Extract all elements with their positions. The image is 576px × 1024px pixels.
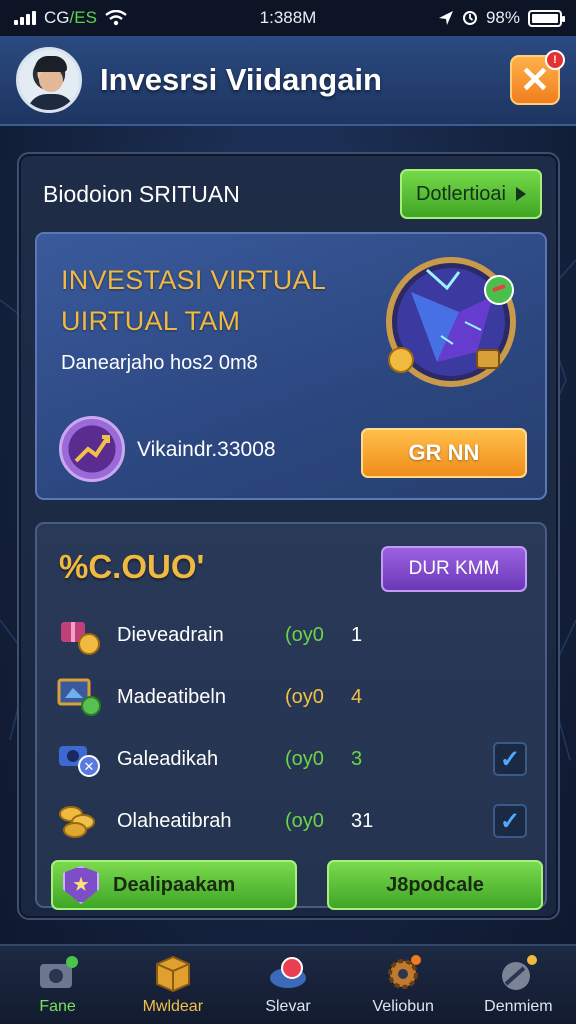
rewards-action-button[interactable]: DUR KMM — [381, 546, 527, 592]
reward-count: 4 — [351, 685, 363, 708]
crystal-orb-icon — [386, 257, 516, 387]
reward-row[interactable]: ✕ Galeadikah (oy0 3 ✓ — [57, 736, 527, 782]
reward-row[interactable]: Madeatibeln (oy0 4 — [57, 674, 527, 720]
reward-checkbox[interactable]: ✓ — [493, 804, 527, 838]
nav-item-profile[interactable]: Denmiem — [461, 946, 576, 1024]
reward-checkbox[interactable]: ✓ — [493, 742, 527, 776]
nav-label: Denmiem — [484, 998, 553, 1015]
gift-coins-icon — [61, 622, 100, 655]
satellite-icon — [502, 955, 538, 990]
globe-icon — [270, 957, 306, 988]
reward-row[interactable]: Olaheatibrah (oy0 31 ✓ — [57, 798, 527, 844]
nav-item-home[interactable]: Fane — [0, 946, 115, 1024]
close-button[interactable]: ✕ ! — [510, 50, 565, 105]
battery-percent: 98% — [485, 8, 520, 27]
nav-label: Mwldear — [142, 998, 204, 1015]
panel-title: Biodoion SRITUAN — [43, 180, 240, 207]
reward-ratio: (oy0 — [285, 747, 324, 770]
promo-subtitle: Danearjaho hos2 0m8 — [61, 352, 258, 374]
wifi-icon — [105, 10, 127, 26]
nav-label: Fane — [39, 998, 76, 1015]
nav-item-settings[interactable]: Veliobun — [346, 946, 461, 1024]
status-bar: CG/ES 1:388M 98% — [0, 0, 576, 36]
reward-ratio: (oy0 — [285, 685, 324, 708]
location-icon — [438, 11, 453, 25]
reward-name: Galeadikah — [117, 747, 219, 770]
panel-action-label: Dotlertioai — [415, 182, 506, 205]
nav-label: Veliobun — [372, 998, 434, 1015]
status-time: 1:388M — [259, 8, 317, 27]
promo-action-button[interactable]: GR NN — [361, 428, 527, 478]
promo-title-line1: INVESTASI VIRTUAL — [61, 265, 327, 295]
bottom-nav: Fane Mwldear Slevar Veliobun Denmiem — [0, 944, 576, 1024]
growth-chart-icon — [59, 416, 125, 482]
reward-count: 3 — [351, 747, 363, 770]
signal-icon — [14, 11, 36, 25]
promo-title: INVESTASI VIRTUAL UIRTUAL TAM — [61, 260, 326, 342]
promo-card: INVESTASI VIRTUAL UIRTUAL TAM Danearjaho… — [35, 232, 547, 500]
reward-ratio: (oy0 — [285, 809, 324, 832]
app-header: Invesrsi Viidangain ✕ ! — [0, 36, 576, 126]
nav-item-explore[interactable]: Slevar — [230, 946, 345, 1024]
carrier-label: CG/ES — [44, 8, 97, 27]
gold-coins-icon — [59, 806, 95, 838]
svg-text:✕: ✕ — [84, 760, 95, 775]
rewards-card: %C.OUO' DUR KMM Dieveadrain (oy0 1 Madea… — [35, 522, 547, 910]
promo-title-line2: UIRTUAL TAM — [61, 306, 241, 336]
reward-name: Olaheatibrah — [117, 809, 232, 832]
nav-label: Slevar — [265, 998, 311, 1015]
picture-frame-icon — [57, 678, 101, 716]
claim-button-label: Dealipaakam — [113, 873, 236, 896]
main-panel: Biodoion SRITUAN Dotlertioai INVESTASI V… — [17, 152, 560, 920]
camera-icon — [39, 956, 78, 988]
promo-amount: Vikaindr.33008 — [137, 438, 276, 461]
reward-count: 1 — [351, 623, 363, 646]
reward-row[interactable]: Dieveadrain (oy0 1 — [57, 612, 527, 658]
avatar[interactable] — [16, 47, 82, 113]
notification-badge: ! — [545, 50, 565, 70]
reward-count: 31 — [351, 809, 374, 832]
gear-icon — [388, 955, 422, 989]
panel-header: Biodoion SRITUAN Dotlertioai — [43, 168, 542, 220]
box-icon — [155, 955, 190, 992]
reward-name: Dieveadrain — [117, 623, 224, 646]
camera-badge-icon: ✕ — [59, 746, 100, 777]
shield-star-icon: ★ — [63, 866, 99, 904]
battery-icon — [528, 9, 565, 27]
close-icon: ✕ — [519, 59, 551, 100]
panel-action-button[interactable]: Dotlertioai — [399, 169, 542, 219]
claim-button[interactable]: ★ Dealipaakam — [51, 860, 297, 910]
rewards-value: %C.OUO' — [59, 548, 205, 585]
reward-name: Madeatibeln — [117, 685, 226, 708]
reward-ratio: (oy0 — [285, 623, 324, 646]
page-title: Invesrsi Viidangain — [100, 62, 382, 97]
secondary-button[interactable]: J8podcale — [327, 860, 543, 910]
alarm-icon — [462, 11, 477, 25]
arrow-right-icon — [516, 187, 526, 201]
nav-item-store[interactable]: Mwldear — [115, 946, 230, 1024]
